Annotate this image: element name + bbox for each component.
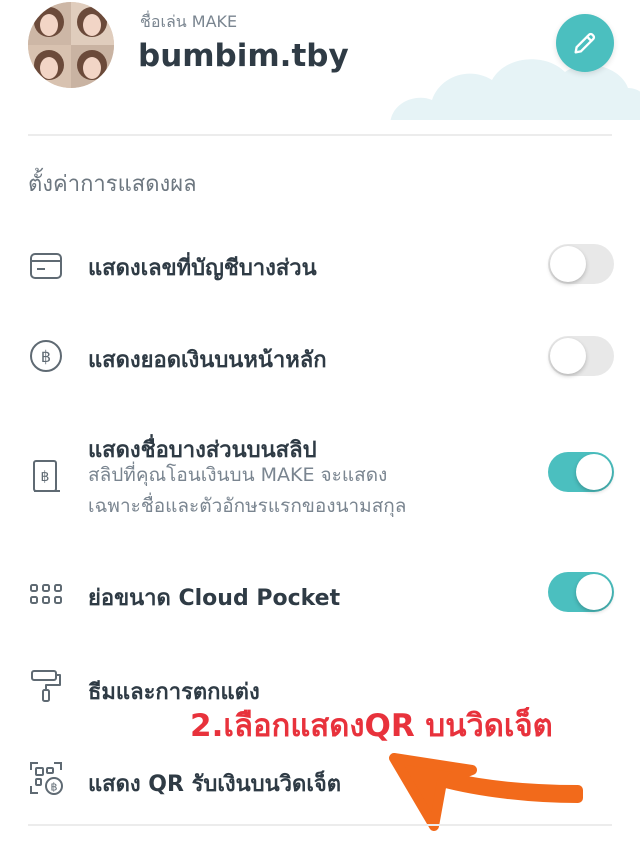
paint-roller-icon xyxy=(31,670,61,702)
qr-baht-icon: ฿ xyxy=(30,762,63,795)
toggle-cloud-pocket[interactable] xyxy=(548,572,614,612)
profile-header: ชื่อเล่น MAKE bumbim.tby xyxy=(0,0,640,120)
setting-row-account-number: แสดงเลขที่บัญชีบางส่วน xyxy=(0,240,640,290)
setting-row-balance: ฿ แสดงยอดเงินบนหน้าหลัก xyxy=(0,332,640,382)
setting-description: สลิปที่คุณโอนเงินบน MAKE จะแสดง xyxy=(88,464,388,486)
nickname-label: ชื่อเล่น MAKE xyxy=(140,12,238,31)
toggle-account-number[interactable] xyxy=(548,244,614,284)
setting-row-cloud-pocket: ย่อขนาด Cloud Pocket xyxy=(0,570,640,620)
toggle-slip-name[interactable] xyxy=(548,452,614,492)
setting-label: แสดง QR รับเงินบนวิดเจ็ต xyxy=(88,772,342,797)
svg-text:฿: ฿ xyxy=(51,781,58,794)
setting-row-slip-name: ฿ แสดงชื่อบางส่วนบนสลิป สลิปที่คุณโอนเงิ… xyxy=(0,424,640,534)
setting-description: เฉพาะชื่อและตัวอักษรแรกของนามสกุล xyxy=(88,495,407,517)
section-title: ตั้งค่าการแสดงผล xyxy=(28,172,197,197)
edit-profile-button[interactable] xyxy=(556,14,614,72)
bottom-divider xyxy=(28,824,612,826)
avatar[interactable] xyxy=(28,2,114,88)
svg-text:฿: ฿ xyxy=(41,347,51,366)
svg-text:฿: ฿ xyxy=(41,469,50,485)
toggle-balance[interactable] xyxy=(548,336,614,376)
setting-label: แสดงเลขที่บัญชีบางส่วน xyxy=(88,256,317,281)
setting-label: แสดงยอดเงินบนหน้าหลัก xyxy=(88,348,327,373)
pencil-icon xyxy=(574,32,596,54)
grid-icon xyxy=(30,584,62,604)
username: bumbim.tby xyxy=(138,38,349,74)
baht-coin-icon: ฿ xyxy=(30,340,62,372)
setting-label: ย่อขนาด Cloud Pocket xyxy=(88,586,341,611)
slip-icon: ฿ xyxy=(33,460,60,492)
card-icon xyxy=(30,253,62,279)
header-divider xyxy=(28,134,612,136)
